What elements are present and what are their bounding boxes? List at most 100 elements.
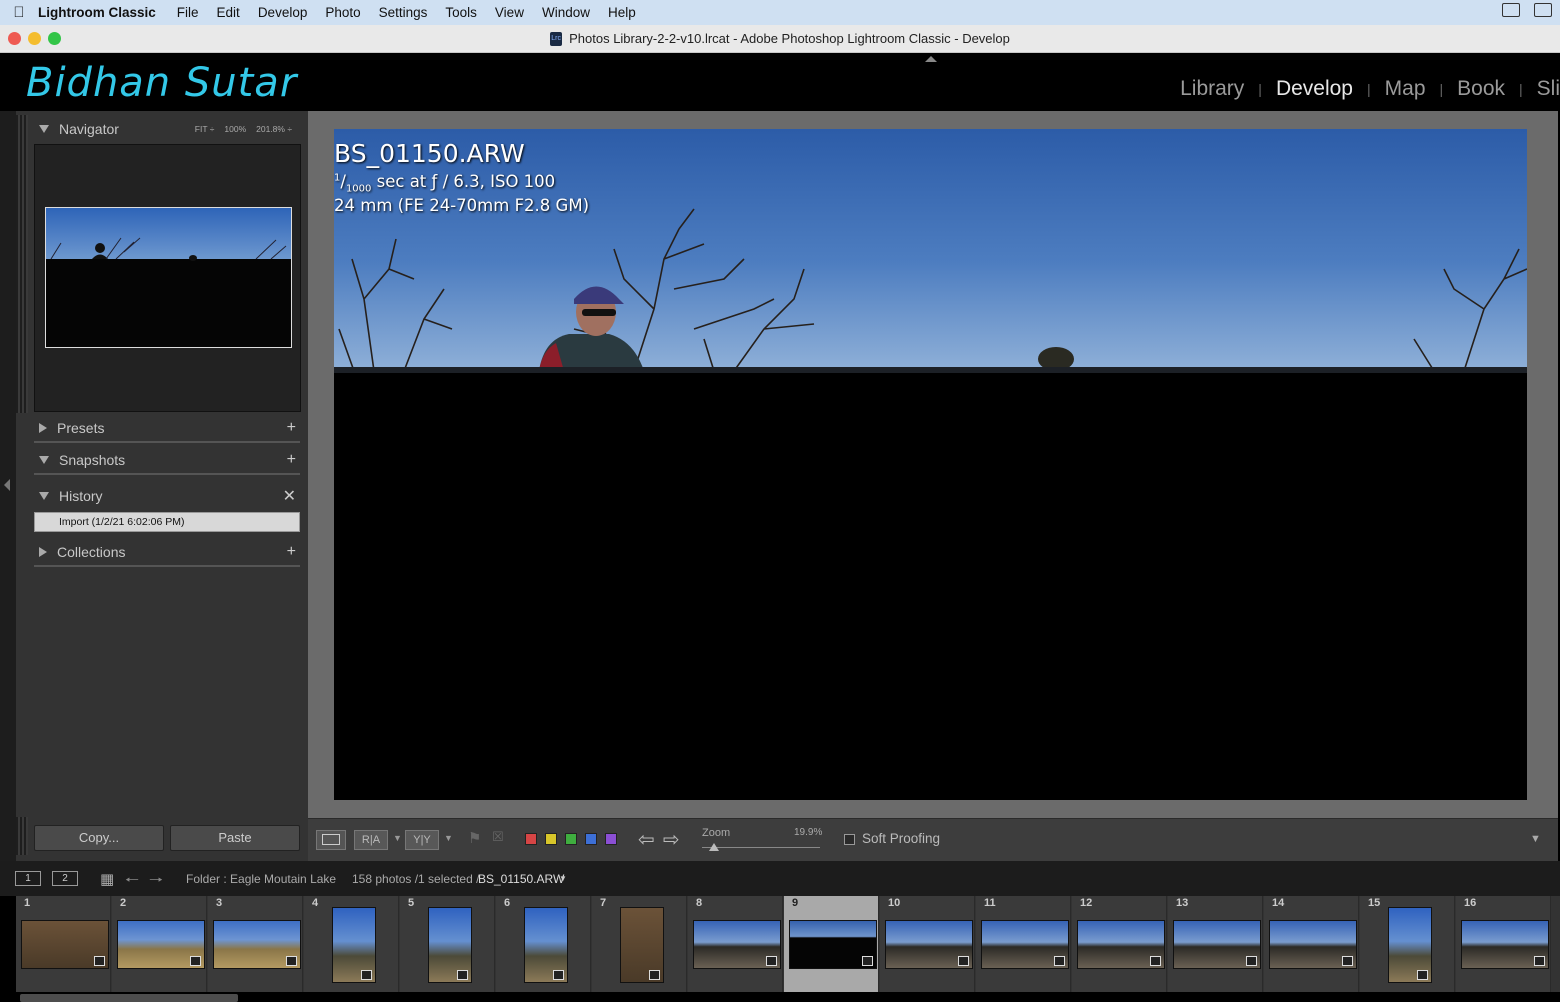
filmstrip-cell[interactable]: 13: [1168, 896, 1263, 992]
paste-settings-button[interactable]: Paste: [170, 825, 300, 851]
zoom-custom-option[interactable]: 201.8% ÷: [256, 116, 292, 142]
edited-badge-icon[interactable]: [862, 956, 873, 966]
dropdown-arrow-icon[interactable]: ▼: [444, 833, 453, 843]
edited-badge-icon[interactable]: [1150, 956, 1161, 966]
zoom-slider[interactable]: [702, 847, 820, 848]
minimize-window-button[interactable]: [28, 32, 41, 45]
panel-grip[interactable]: [16, 115, 28, 413]
filmstrip-scrollbar[interactable]: [20, 994, 238, 1002]
menu-app-name[interactable]: Lightroom Classic: [38, 5, 168, 20]
screen-mirroring-icon[interactable]: [1502, 3, 1520, 17]
module-develop[interactable]: Develop: [1276, 77, 1353, 101]
edited-badge-icon[interactable]: [94, 956, 105, 966]
filmstrip-cell[interactable]: 2: [112, 896, 207, 992]
close-window-button[interactable]: [8, 32, 21, 45]
zoom-100-option[interactable]: 100%: [224, 116, 246, 142]
filmstrip-cell[interactable]: 14: [1264, 896, 1359, 992]
navigator-preview[interactable]: [34, 144, 301, 412]
add-snapshot-icon[interactable]: +: [287, 451, 296, 469]
menu-settings[interactable]: Settings: [370, 5, 437, 20]
filmstrip-cell[interactable]: 15: [1360, 896, 1455, 992]
filmstrip-cell[interactable]: 1: [16, 896, 111, 992]
filename-dropdown-icon[interactable]: ▼: [559, 874, 567, 883]
filmstrip-cell[interactable]: 4: [304, 896, 399, 992]
copy-settings-button[interactable]: Copy...: [34, 825, 164, 851]
add-preset-icon[interactable]: +: [287, 419, 296, 437]
edited-badge-icon[interactable]: [958, 956, 969, 966]
selected-filename[interactable]: BS_01150.ARW: [478, 872, 564, 886]
source-folder[interactable]: Folder : Eagle Moutain Lake: [186, 872, 336, 886]
menu-edit[interactable]: Edit: [208, 5, 249, 20]
module-slideshow[interactable]: Sli: [1537, 77, 1560, 101]
photo-canvas[interactable]: BS_01150.ARW 1/1000 sec at ƒ / 6.3, ISO …: [334, 129, 1527, 800]
zoom-fit-option[interactable]: FIT ÷: [195, 116, 215, 142]
module-map[interactable]: Map: [1385, 77, 1426, 101]
edited-badge-icon[interactable]: [190, 956, 201, 966]
before-after-left-right-button[interactable]: R|A: [354, 830, 388, 850]
navigator-header[interactable]: Navigator FIT ÷ 100% 201.8% ÷: [36, 116, 302, 142]
snapshots-header[interactable]: Snapshots +: [36, 447, 302, 473]
filmstrip-cell[interactable]: 10: [880, 896, 975, 992]
flag-pick-icon[interactable]: ⚑: [468, 829, 481, 847]
edited-badge-icon[interactable]: [766, 956, 777, 966]
edited-badge-icon[interactable]: [1417, 970, 1428, 980]
color-label-swatch[interactable]: [585, 833, 597, 845]
soft-proofing-checkbox[interactable]: [844, 834, 855, 845]
color-label-swatch[interactable]: [565, 833, 577, 845]
history-item[interactable]: Import (1/2/21 6:02:06 PM): [34, 512, 300, 532]
edited-badge-icon[interactable]: [1246, 956, 1257, 966]
edited-badge-icon[interactable]: [1534, 956, 1545, 966]
apple-icon[interactable]: : [0, 4, 38, 21]
color-label-swatch[interactable]: [525, 833, 537, 845]
edited-badge-icon[interactable]: [361, 970, 372, 980]
module-book[interactable]: Book: [1457, 77, 1505, 101]
edited-badge-icon[interactable]: [553, 970, 564, 980]
clear-history-icon[interactable]: ✕: [283, 486, 296, 506]
menu-tools[interactable]: Tools: [436, 5, 486, 20]
menu-photo[interactable]: Photo: [316, 5, 369, 20]
grid-view-icon[interactable]: ▦: [100, 870, 114, 888]
filmstrip-cell[interactable]: 11: [976, 896, 1071, 992]
edited-badge-icon[interactable]: [457, 970, 468, 980]
filmstrip-cell[interactable]: 16: [1456, 896, 1551, 992]
toolbar-content-dropdown-icon[interactable]: ▼: [1530, 833, 1541, 845]
loupe-view-button[interactable]: [316, 830, 346, 850]
next-photo-icon[interactable]: ⇨: [663, 827, 680, 852]
zoom-slider-handle[interactable]: [708, 843, 719, 851]
secondary-window-button[interactable]: 2: [52, 871, 78, 886]
forward-arrow-icon[interactable]: 🠒: [149, 869, 163, 896]
collapse-top-panel-icon[interactable]: [925, 56, 937, 62]
navigator-thumbnail[interactable]: [45, 207, 292, 348]
filmstrip-cell[interactable]: 8: [688, 896, 783, 992]
menu-develop[interactable]: Develop: [249, 5, 317, 20]
previous-photo-icon[interactable]: ⇦: [638, 827, 655, 852]
filmstrip-cell[interactable]: 5: [400, 896, 495, 992]
menu-file[interactable]: File: [168, 5, 208, 20]
history-header[interactable]: History ✕: [36, 483, 302, 509]
edited-badge-icon[interactable]: [1342, 956, 1353, 966]
collections-header[interactable]: Collections +: [36, 539, 302, 565]
zoom-window-button[interactable]: [48, 32, 61, 45]
main-window-button[interactable]: 1: [15, 871, 41, 886]
edited-badge-icon[interactable]: [286, 956, 297, 966]
collapse-left-panel-icon[interactable]: [4, 479, 10, 491]
module-library[interactable]: Library: [1180, 77, 1244, 101]
display-icon[interactable]: [1534, 3, 1552, 17]
filmstrip-cell[interactable]: 7: [592, 896, 687, 992]
dropdown-arrow-icon[interactable]: ▼: [393, 833, 402, 843]
filmstrip-cell[interactable]: 3: [208, 896, 303, 992]
menu-help[interactable]: Help: [599, 5, 645, 20]
filmstrip-cell[interactable]: 12: [1072, 896, 1167, 992]
menu-window[interactable]: Window: [533, 5, 599, 20]
edited-badge-icon[interactable]: [1054, 956, 1065, 966]
edited-badge-icon[interactable]: [649, 970, 660, 980]
filmstrip-cell[interactable]: 6: [496, 896, 591, 992]
add-collection-icon[interactable]: +: [287, 543, 296, 561]
color-label-swatch[interactable]: [605, 833, 617, 845]
before-after-top-bottom-button[interactable]: Y|Y: [405, 830, 439, 850]
presets-header[interactable]: Presets +: [36, 415, 302, 441]
filmstrip-cell[interactable]: 9: [784, 896, 879, 992]
back-arrow-icon[interactable]: 🠐: [125, 869, 139, 896]
panel-grip-bottom[interactable]: [16, 817, 28, 855]
left-panel-edge[interactable]: [0, 111, 16, 861]
